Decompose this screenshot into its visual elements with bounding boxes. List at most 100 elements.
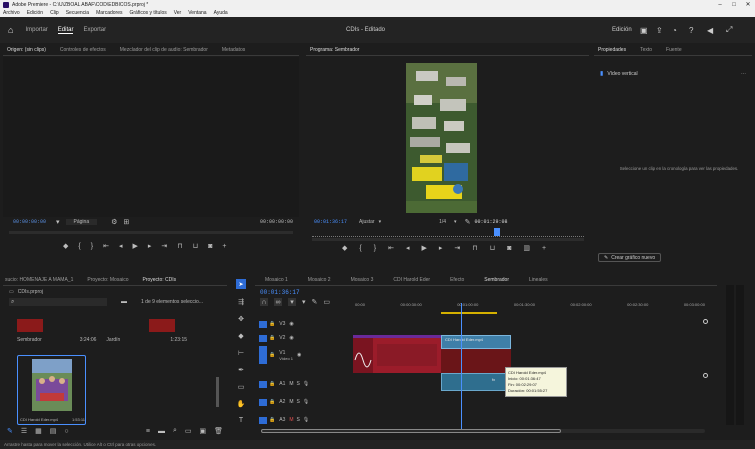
progress-icon[interactable]: ◔ bbox=[672, 26, 677, 35]
help-icon[interactable]: ? bbox=[689, 26, 693, 35]
source-patch-v1[interactable] bbox=[259, 346, 267, 364]
workspace-layout-icon[interactable]: ▣ bbox=[640, 26, 648, 35]
lock-v2-icon[interactable]: 🔒 bbox=[269, 335, 275, 341]
icon-view-icon[interactable]: ▦ bbox=[35, 427, 42, 435]
menu-archivo[interactable]: Archivo bbox=[3, 10, 20, 16]
program-play-icon[interactable]: ▶ bbox=[421, 244, 426, 252]
lock-a1-icon[interactable]: 🔒 bbox=[269, 381, 275, 387]
program-scrubber[interactable] bbox=[312, 238, 584, 241]
workspace-label[interactable]: Edición bbox=[612, 27, 632, 33]
go-to-in-icon[interactable]: ⇤ bbox=[103, 242, 109, 250]
go-to-out-icon[interactable]: ⇥ bbox=[161, 242, 167, 250]
lock-v3-icon[interactable]: 🔒 bbox=[269, 321, 275, 327]
workspace-tab-exportar[interactable]: Exportar bbox=[83, 27, 106, 33]
tab-audio-clip-mixer[interactable]: Mezclador del clip de audio: Sembrador bbox=[120, 47, 208, 53]
add-marker-timeline-icon[interactable]: ▾ bbox=[288, 298, 296, 306]
comparison-icon[interactable]: ▥ bbox=[523, 244, 530, 252]
tab-program[interactable]: Programa: Sembrador bbox=[310, 47, 359, 53]
project-selected-item[interactable]: CDI Harold Eder.mp4 1:53:11 bbox=[17, 355, 86, 425]
program-camera-icon[interactable]: ◙ bbox=[507, 245, 511, 252]
lift-icon[interactable]: ⊓ bbox=[472, 244, 477, 252]
fullscreen-icon[interactable]: ⤢ bbox=[726, 25, 732, 35]
menu-ayuda[interactable]: Ayuda bbox=[214, 10, 228, 16]
maximize-button[interactable]: □ bbox=[727, 2, 741, 8]
tab-text[interactable]: Texto bbox=[640, 47, 652, 53]
tab-project-cdis[interactable]: Proyecto: CDIs bbox=[143, 277, 177, 283]
program-add-marker-icon[interactable]: ◆ bbox=[342, 244, 347, 252]
mute-a1-icon[interactable]: M bbox=[289, 381, 293, 387]
settings-wrench-icon[interactable]: ⚙ bbox=[111, 218, 117, 226]
solo-a2-icon[interactable]: S bbox=[297, 399, 300, 405]
timeline-tab-sembrador[interactable]: Sembrador bbox=[484, 277, 509, 283]
rectangle-tool-icon[interactable]: ▭ bbox=[238, 383, 245, 391]
timeline-timecode[interactable]: 00:01:36:17 bbox=[260, 289, 300, 296]
notifications-icon[interactable]: ◀ bbox=[707, 26, 713, 35]
automate-icon[interactable]: ▬ bbox=[158, 428, 165, 435]
add-marker-icon[interactable]: ◆ bbox=[63, 242, 68, 250]
type-tool-icon[interactable]: T bbox=[239, 417, 243, 424]
tab-effect-controls[interactable]: Controles de efectos bbox=[60, 47, 106, 53]
program-mark-out-icon[interactable]: } bbox=[374, 245, 376, 252]
workspace-tab-editar[interactable]: Editar bbox=[57, 27, 74, 34]
project-item-name-1[interactable]: Sembrador bbox=[17, 337, 42, 343]
pencil-icon[interactable]: ✎ bbox=[7, 427, 13, 435]
step-forward-icon[interactable]: ▸ bbox=[148, 242, 152, 250]
lock-a3-icon[interactable]: 🔒 bbox=[269, 417, 275, 423]
tab-project-homenaje[interactable]: sucio: HOMENAJE A MAMA_1 bbox=[5, 277, 73, 283]
menu-secuencia[interactable]: Secuencia bbox=[66, 10, 89, 16]
step-back-icon[interactable]: ◂ bbox=[119, 242, 123, 250]
workspace-tab-importar[interactable]: Importar bbox=[25, 27, 47, 33]
mark-out-icon[interactable]: } bbox=[91, 243, 93, 250]
source-patch-a3[interactable] bbox=[259, 416, 267, 424]
program-ruler[interactable] bbox=[312, 229, 584, 237]
eye-v3-icon[interactable]: ◉ bbox=[289, 321, 293, 327]
source-scrubber[interactable] bbox=[9, 231, 293, 234]
timeline-scroll-thumb[interactable] bbox=[261, 429, 561, 433]
program-fit-dropdown[interactable]: Ajustar bbox=[359, 219, 375, 225]
ripple-edit-tool-icon[interactable]: ✥ bbox=[238, 315, 244, 323]
wrench-settings-icon[interactable]: ✎ bbox=[312, 298, 318, 306]
project-search-input[interactable]: ⌕ bbox=[9, 298, 107, 306]
export-frame-icon[interactable]: ⊞ bbox=[123, 218, 129, 226]
menu-clip[interactable]: Clip bbox=[50, 10, 59, 16]
timeline-tab-cdi[interactable]: CDI Harold Eder bbox=[393, 277, 430, 283]
project-item-thumb-1[interactable] bbox=[17, 319, 43, 332]
menu-marcadores[interactable]: Marcadores bbox=[96, 10, 122, 16]
close-button[interactable]: ✕ bbox=[741, 1, 755, 8]
program-step-forward-icon[interactable]: ▸ bbox=[439, 244, 443, 252]
properties-menu-icon[interactable]: ⋯ bbox=[741, 71, 746, 77]
delete-icon[interactable]: 🗑 bbox=[214, 427, 223, 435]
program-go-out-icon[interactable]: ⇥ bbox=[454, 244, 460, 252]
source-patch-v3[interactable] bbox=[259, 320, 267, 328]
timeline-playhead[interactable] bbox=[461, 303, 462, 431]
wrench-icon[interactable]: ✎ bbox=[465, 218, 471, 226]
zoom-slider-icon[interactable]: ○ bbox=[64, 428, 68, 435]
solo-a1-icon[interactable]: S bbox=[297, 381, 300, 387]
selection-tool-icon[interactable]: ➤ bbox=[236, 279, 246, 289]
hand-tool-icon[interactable]: ✋ bbox=[237, 400, 246, 408]
program-go-in-icon[interactable]: ⇤ bbox=[388, 244, 394, 252]
menu-ventana[interactable]: Ventana bbox=[188, 10, 206, 16]
list-view-icon[interactable]: ☰ bbox=[21, 427, 27, 435]
play-icon[interactable]: ▶ bbox=[132, 242, 137, 250]
program-timecode[interactable]: 00:01:36:17 bbox=[314, 219, 347, 225]
tab-properties[interactable]: Propiedades bbox=[598, 47, 626, 53]
new-item-icon[interactable]: ▣ bbox=[199, 427, 206, 435]
source-fit-dropdown[interactable]: Página bbox=[65, 219, 98, 225]
linked-selection-icon[interactable]: ∞ bbox=[274, 298, 282, 306]
menu-graficos[interactable]: Gráficos y títulos bbox=[129, 10, 166, 16]
timeline-tab-mosaico1[interactable]: Mosaico 1 bbox=[265, 277, 288, 283]
timeline-scrollbar[interactable] bbox=[261, 429, 705, 433]
mic-a3-icon[interactable]: 🎙 bbox=[303, 417, 309, 423]
track-end-marker-2[interactable] bbox=[703, 373, 708, 378]
program-playhead[interactable] bbox=[494, 228, 500, 236]
minimize-button[interactable]: – bbox=[713, 2, 727, 8]
source-patch-v2[interactable] bbox=[259, 334, 267, 342]
clip-v1-sembrador[interactable] bbox=[353, 335, 441, 373]
mic-a1-icon[interactable]: 🎙 bbox=[303, 381, 309, 387]
tab-project-mosaico[interactable]: Proyecto: Mosaico bbox=[87, 277, 128, 283]
timeline-ruler[interactable]: 00:00 00:00:30:00 00:01:00:00 00:01:30:0… bbox=[355, 302, 705, 307]
razor-tool-icon[interactable]: ◆ bbox=[238, 332, 243, 340]
playhead-marker-icon[interactable]: ▾ bbox=[56, 218, 60, 226]
timeline-tab-lineales[interactable]: Lineales bbox=[529, 277, 548, 283]
